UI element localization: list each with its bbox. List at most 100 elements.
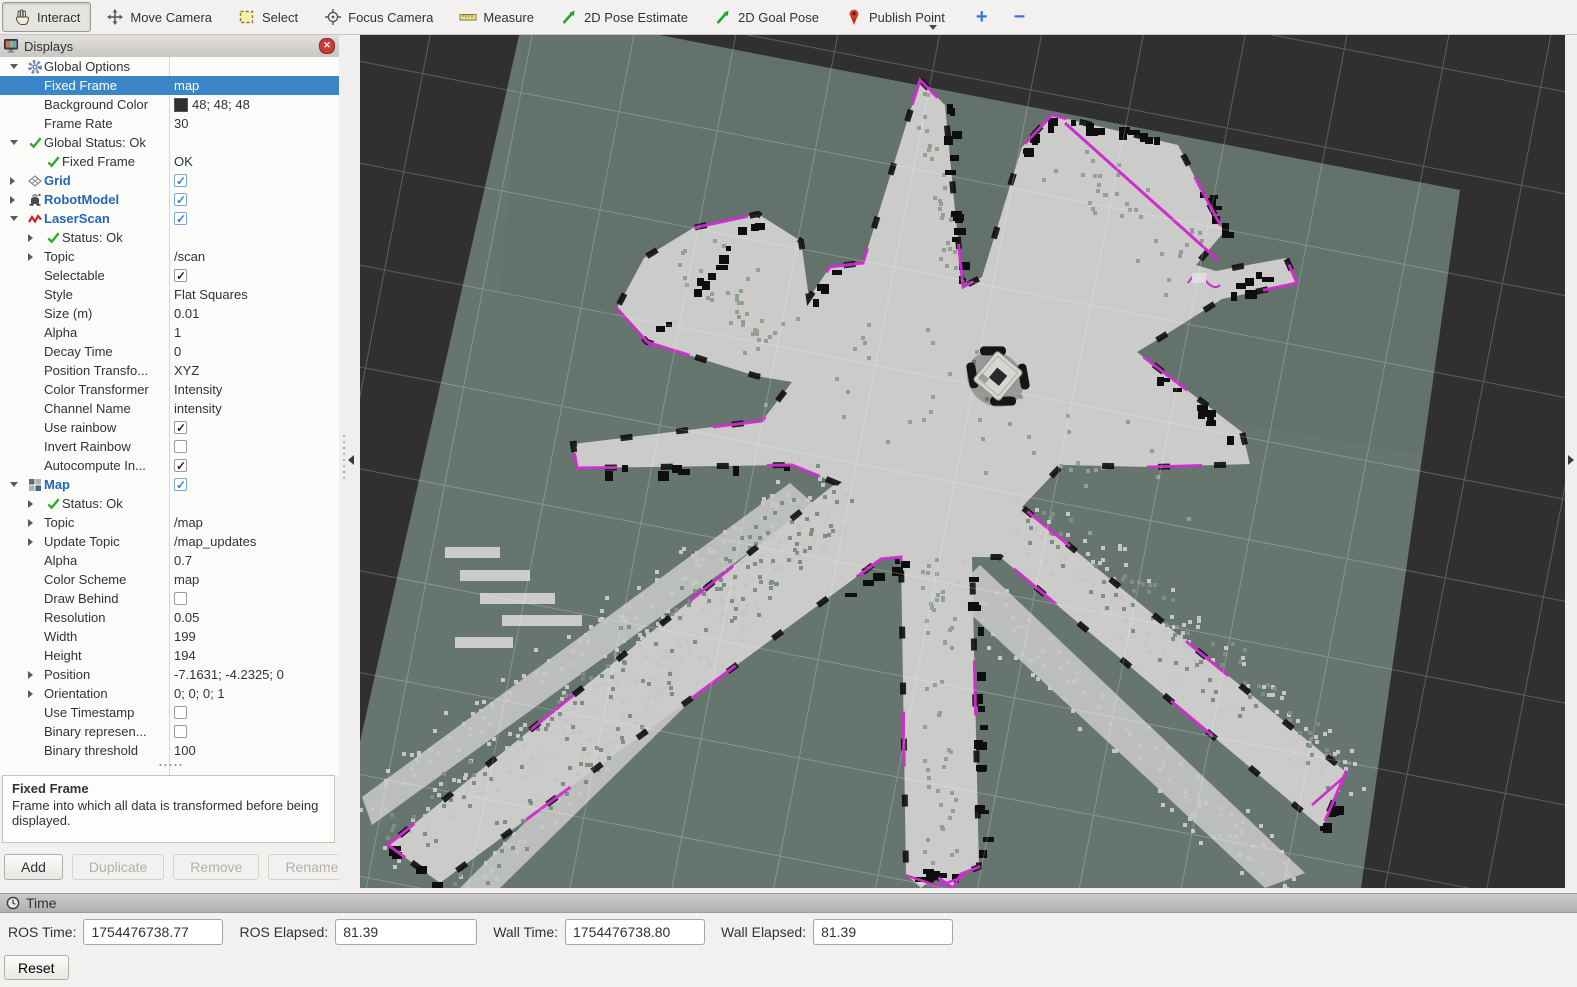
displays-panel-titlebar[interactable]: Displays ✕ (0, 35, 339, 58)
tree-row-22-map[interactable]: Map✓ (0, 475, 339, 494)
tree-row-12-style[interactable]: StyleFlat Squares (0, 285, 339, 304)
time-field-input-wall-elapsed-[interactable] (813, 919, 953, 945)
tree-row-6-grid[interactable]: Grid✓ (0, 171, 339, 190)
tree-row-24-topic[interactable]: Topic/map (0, 513, 339, 532)
right-panel-expand-handle[interactable] (1565, 35, 1577, 888)
tree-row-19-use-rainbow[interactable]: Use rainbow✓ (0, 418, 339, 437)
expander[interactable] (24, 234, 44, 242)
duplicate-button[interactable]: Duplicate (72, 854, 164, 880)
expander[interactable] (6, 216, 26, 221)
row-checkbox[interactable] (174, 592, 187, 605)
row-checkbox[interactable] (174, 440, 187, 453)
tree-row-33-orientation[interactable]: Orientation0; 0; 0; 1 (0, 684, 339, 703)
3d-viewport[interactable] (360, 35, 1565, 888)
row-value[interactable]: /map_updates (174, 532, 256, 551)
expander[interactable] (24, 538, 44, 546)
tool-move-camera[interactable]: Move Camera (95, 2, 223, 32)
row-checkbox[interactable]: ✓ (174, 421, 187, 434)
row-checkbox[interactable]: ✓ (174, 459, 187, 472)
tool-focus-camera[interactable]: Focus Camera (313, 2, 444, 32)
row-value[interactable]: 0.05 (174, 608, 199, 627)
tree-row-18-channel-name[interactable]: Channel Nameintensity (0, 399, 339, 418)
tree-row-11-selectable[interactable]: Selectable✓ (0, 266, 339, 285)
tree-row-3-frame-rate[interactable]: Frame Rate30 (0, 114, 339, 133)
tree-row-13-size-m-[interactable]: Size (m)0.01 (0, 304, 339, 323)
tree-row-17-color-transformer[interactable]: Color TransformerIntensity (0, 380, 339, 399)
row-value[interactable]: intensity (174, 399, 222, 418)
tree-row-1-fixed-frame[interactable]: Fixed Framemap (0, 76, 339, 95)
tree-row-10-topic[interactable]: Topic/scan (0, 247, 339, 266)
tree-row-30-width[interactable]: Width199 (0, 627, 339, 646)
expand-right-icon[interactable] (1568, 455, 1574, 465)
expander[interactable] (24, 253, 44, 261)
row-checkbox[interactable] (174, 725, 187, 738)
expander[interactable] (24, 519, 44, 527)
expander[interactable] (24, 690, 44, 698)
reset-button[interactable]: Reset (4, 955, 69, 980)
row-checkbox[interactable]: ✓ (174, 478, 187, 491)
row-value[interactable]: 1 (174, 323, 181, 342)
tool-measure[interactable]: Measure (448, 2, 545, 32)
tree-row-8-laserscan[interactable]: LaserScan✓ (0, 209, 339, 228)
time-field-input-wall-time-[interactable] (565, 919, 705, 945)
remove-button[interactable]: Remove (173, 854, 259, 880)
row-value[interactable]: map (174, 570, 199, 589)
row-value[interactable]: -7.1631; -4.2325; 0 (174, 665, 284, 684)
row-value[interactable]: Flat Squares (174, 285, 248, 304)
tree-row-0-global-options[interactable]: Global Options (0, 57, 339, 76)
tree-row-35-binary-represen-[interactable]: Binary represen... (0, 722, 339, 741)
tool-2d-goal-pose[interactable]: 2D Goal Pose (703, 2, 830, 32)
row-value[interactable]: 194 (174, 646, 196, 665)
expander[interactable] (24, 671, 44, 679)
row-value[interactable]: 30 (174, 114, 188, 133)
tree-row-5-fixed-frame[interactable]: Fixed FrameOK (0, 152, 339, 171)
tree-row-27-color-scheme[interactable]: Color Schememap (0, 570, 339, 589)
row-value[interactable]: 0 (174, 342, 181, 361)
add-tool-button[interactable]: + (966, 6, 998, 29)
tree-row-20-invert-rainbow[interactable]: Invert Rainbow (0, 437, 339, 456)
row-value[interactable]: /map (174, 513, 203, 532)
tree-row-23-status-ok[interactable]: Status: Ok (0, 494, 339, 513)
expander[interactable] (24, 500, 44, 508)
row-checkbox[interactable]: ✓ (174, 193, 187, 206)
row-checkbox[interactable]: ✓ (174, 174, 187, 187)
tree-row-29-resolution[interactable]: Resolution0.05 (0, 608, 339, 627)
tree-row-9-status-ok[interactable]: Status: Ok (0, 228, 339, 247)
tree-row-15-decay-time[interactable]: Decay Time0 (0, 342, 339, 361)
tree-row-25-update-topic[interactable]: Update Topic/map_updates (0, 532, 339, 551)
row-value[interactable]: 0.7 (174, 551, 192, 570)
time-field-input-ros-time-[interactable] (83, 919, 223, 945)
tree-row-16-position-transfo-[interactable]: Position Transfo...XYZ (0, 361, 339, 380)
tree-row-32-position[interactable]: Position-7.1631; -4.2325; 0 (0, 665, 339, 684)
row-checkbox[interactable] (174, 706, 187, 719)
tree-row-21-autocompute-in-[interactable]: Autocompute In...✓ (0, 456, 339, 475)
expander[interactable] (6, 177, 26, 185)
tree-row-4-global-status-ok[interactable]: Global Status: Ok (0, 133, 339, 152)
expander[interactable] (6, 140, 26, 145)
toolbar-overflow-icon[interactable] (929, 25, 937, 30)
tree-row-2-background-color[interactable]: Background Color48; 48; 48 (0, 95, 339, 114)
tree-row-28-draw-behind[interactable]: Draw Behind (0, 589, 339, 608)
time-panel-titlebar[interactable]: Time (0, 893, 1577, 913)
color-swatch[interactable] (174, 98, 188, 112)
tool-publish-point[interactable]: Publish Point (834, 2, 956, 32)
time-field-input-ros-elapsed-[interactable] (335, 919, 477, 945)
tree-row-26-alpha[interactable]: Alpha0.7 (0, 551, 339, 570)
close-icon[interactable]: ✕ (319, 38, 335, 54)
tree-row-36-binary-threshold[interactable]: Binary threshold100 (0, 741, 339, 760)
row-checkbox[interactable]: ✓ (174, 269, 187, 282)
expander[interactable] (6, 196, 26, 204)
tree-row-14-alpha[interactable]: Alpha1 (0, 323, 339, 342)
expander[interactable] (6, 64, 26, 69)
row-value[interactable]: 0.01 (174, 304, 199, 323)
row-value[interactable]: 0; 0; 0; 1 (174, 684, 225, 703)
tree-row-34-use-timestamp[interactable]: Use Timestamp (0, 703, 339, 722)
tool-select[interactable]: Select (227, 2, 309, 32)
tree-row-7-robotmodel[interactable]: RobotModel✓ (0, 190, 339, 209)
row-checkbox[interactable]: ✓ (174, 212, 187, 225)
tree-row-31-height[interactable]: Height194 (0, 646, 339, 665)
left-panel-resize-handle[interactable] (339, 35, 360, 888)
splitter-handle[interactable] (158, 763, 182, 767)
row-value[interactable]: XYZ (174, 361, 199, 380)
expander[interactable] (6, 482, 26, 487)
